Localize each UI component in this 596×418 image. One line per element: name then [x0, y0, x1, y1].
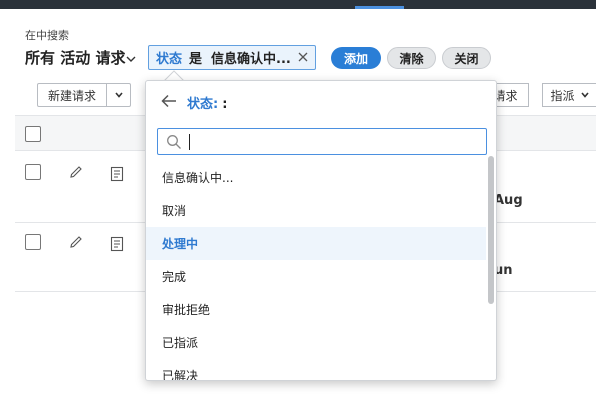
chevron-down-icon	[126, 56, 136, 62]
filter-field: 状态	[156, 52, 183, 67]
dropdown-option[interactable]: 取消	[146, 194, 486, 227]
row-checkbox[interactable]	[25, 234, 41, 250]
dropdown-option[interactable]: 信息确认中...	[146, 161, 486, 194]
assign-label: 指派	[550, 88, 575, 103]
chevron-down-icon	[580, 92, 589, 98]
dropdown-field-name: 状态:	[187, 97, 219, 112]
dropdown-option[interactable]: 已指派	[146, 326, 486, 359]
text-cursor	[189, 134, 190, 150]
dropdown-option[interactable]: 审批拒绝	[146, 293, 486, 326]
top-nav-bar	[0, 0, 596, 9]
dropdown-search-input[interactable]	[188, 132, 478, 151]
assign-button[interactable]: 指派	[542, 83, 596, 107]
close-filter-button[interactable]: 关闭	[442, 47, 491, 69]
dropdown-search-field[interactable]	[157, 128, 487, 155]
dropdown-title-suffix: :	[222, 97, 228, 112]
list-view-selector[interactable]: 所有 活动 请求	[25, 47, 136, 68]
add-filter-button[interactable]: 添加	[331, 47, 381, 69]
edit-icon[interactable]	[68, 164, 84, 180]
filter-chip[interactable]: 状态 是 信息确认中...	[148, 45, 316, 70]
clear-filter-button[interactable]: 清除	[387, 47, 436, 69]
filter-value-dropdown: 状态:: 信息确认中... 取消 处理中 完成 审批拒绝 已指派 已解决	[145, 80, 497, 381]
list-view-title: 所有 活动 请求	[25, 49, 126, 67]
new-request-button[interactable]: 新建请求	[37, 83, 107, 107]
dropdown-option[interactable]: 已解决	[146, 359, 486, 380]
select-all-checkbox[interactable]	[25, 126, 41, 142]
back-arrow-icon[interactable]	[160, 93, 178, 109]
chevron-down-icon	[114, 92, 123, 98]
row-date: Aug	[494, 193, 523, 208]
edit-icon[interactable]	[68, 234, 84, 250]
search-in-label: 在中搜索	[25, 29, 69, 42]
new-request-menu-button[interactable]	[106, 83, 131, 107]
dropdown-scrollbar[interactable]	[488, 156, 494, 304]
details-icon[interactable]	[109, 166, 125, 182]
search-icon	[167, 135, 181, 149]
close-icon[interactable]	[297, 51, 309, 63]
dropdown-option[interactable]: 完成	[146, 260, 486, 293]
dropdown-option[interactable]: 处理中	[146, 227, 486, 260]
dropdown-title: 状态::	[187, 93, 227, 112]
details-icon[interactable]	[109, 236, 125, 252]
row-checkbox[interactable]	[25, 164, 41, 180]
filter-value: 信息确认中...	[211, 52, 291, 67]
dropdown-option-list: 信息确认中... 取消 处理中 完成 审批拒绝 已指派 已解决	[146, 161, 486, 380]
filter-operator: 是	[189, 52, 203, 67]
active-tab-indicator	[355, 6, 404, 9]
